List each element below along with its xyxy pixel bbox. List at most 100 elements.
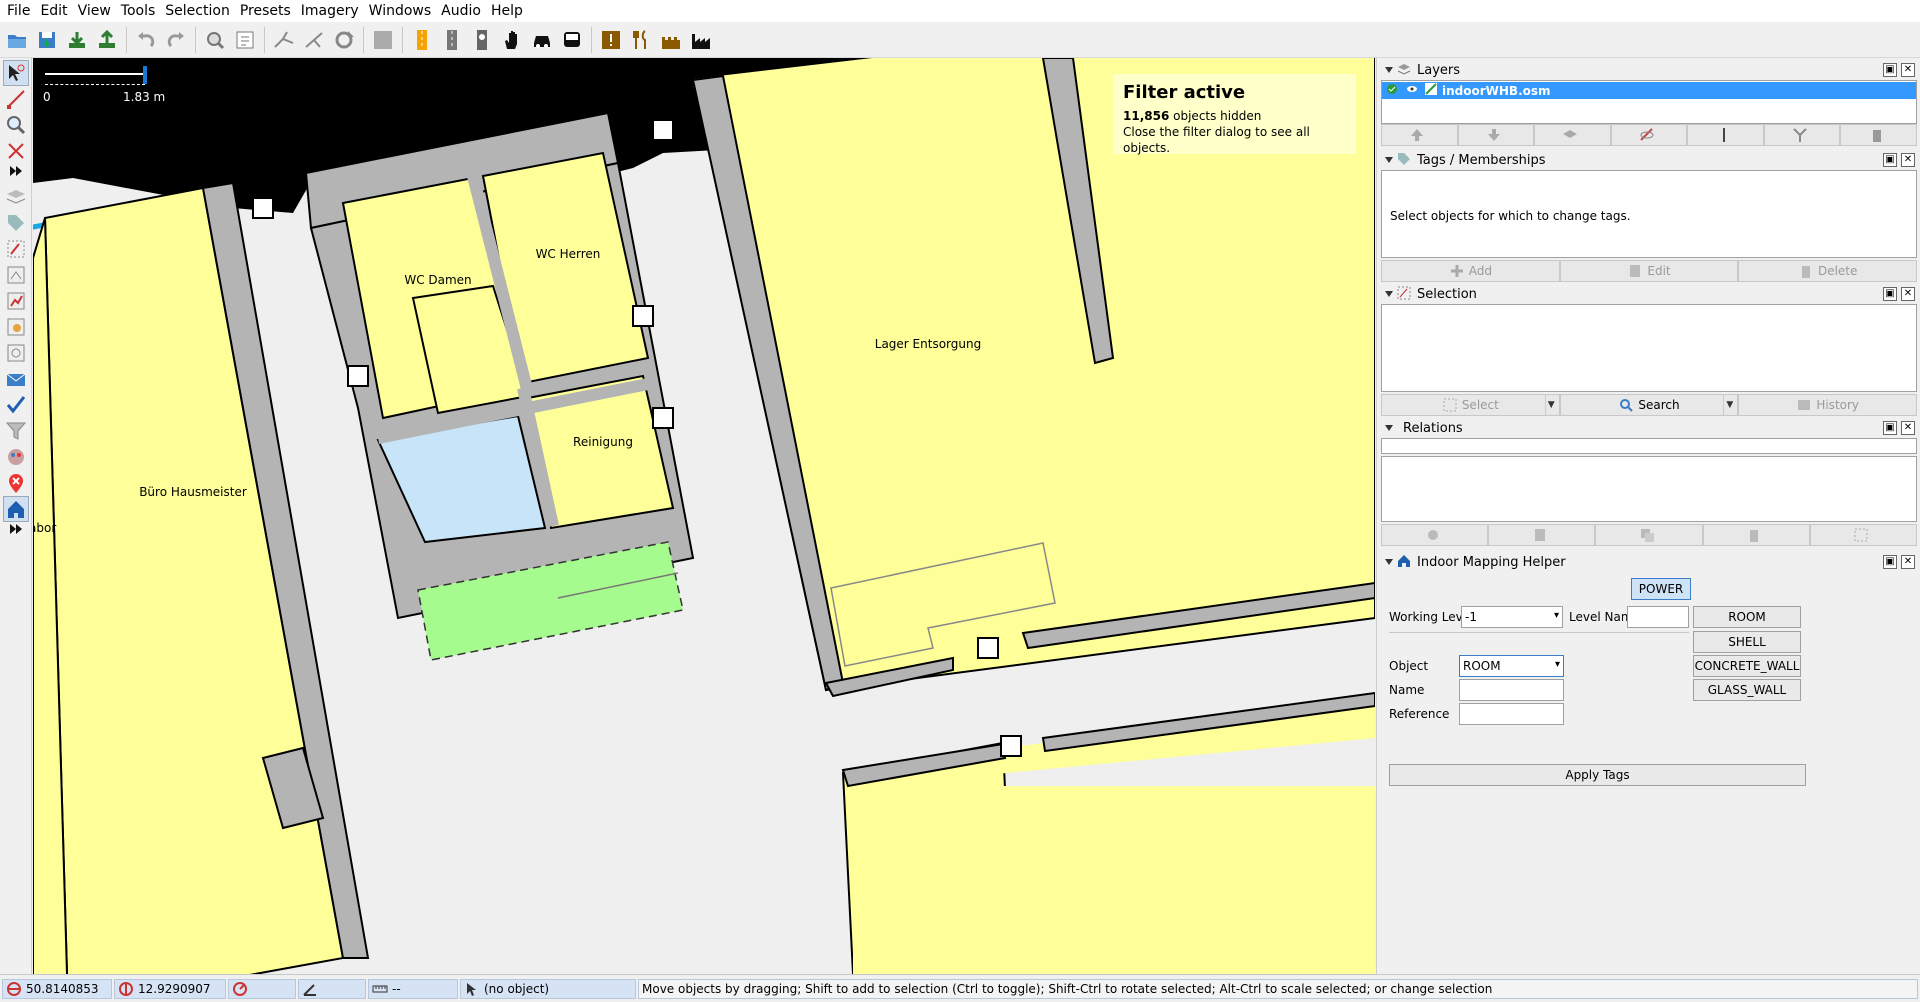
bus-icon[interactable] — [558, 26, 586, 54]
save-icon[interactable] — [33, 26, 61, 54]
dialog-detach-button[interactable]: ▣ — [1883, 153, 1897, 167]
dialog-detach-button[interactable]: ▣ — [1883, 63, 1897, 77]
menu-windows[interactable]: Windows — [364, 0, 437, 22]
car-icon[interactable] — [528, 26, 556, 54]
filter-icon[interactable] — [3, 418, 29, 444]
hand-icon[interactable] — [498, 26, 526, 54]
castle-icon[interactable] — [657, 26, 685, 54]
more-icon[interactable] — [3, 520, 29, 538]
conflict-icon[interactable] — [3, 366, 29, 392]
dialog-close-button[interactable]: ✕ — [1901, 287, 1915, 301]
layer-merge-button[interactable] — [1534, 124, 1611, 146]
commands-icon[interactable] — [3, 340, 29, 366]
layer-up-button[interactable] — [1381, 124, 1458, 146]
relations-filter-field[interactable] — [1381, 438, 1917, 454]
working-level-select[interactable]: -1 ▾ — [1461, 606, 1563, 628]
menu-help[interactable]: Help — [486, 0, 528, 22]
track-icon[interactable] — [438, 26, 466, 54]
glass-wall-button[interactable]: GLASS_WALL — [1693, 679, 1801, 701]
info-icon[interactable] — [231, 26, 259, 54]
power-button[interactable]: POWER — [1631, 578, 1691, 600]
layer-visible-check-icon[interactable] — [1386, 83, 1402, 98]
selection-history-button[interactable]: History — [1738, 394, 1918, 416]
collapse-icon[interactable] — [1381, 554, 1397, 570]
menu-file[interactable]: File — [2, 0, 35, 22]
level-name-field[interactable] — [1627, 606, 1689, 628]
menu-edit[interactable]: Edit — [35, 0, 72, 22]
preferences-icon[interactable] — [201, 26, 229, 54]
collapse-icon[interactable] — [1381, 420, 1397, 436]
menu-view[interactable]: View — [73, 0, 116, 22]
menu-selection[interactable]: Selection — [160, 0, 235, 22]
background-icon[interactable] — [369, 26, 397, 54]
undo-icon[interactable] — [132, 26, 160, 54]
room-button[interactable]: ROOM — [1693, 606, 1801, 628]
open-icon[interactable] — [3, 26, 31, 54]
tags-toggle-icon[interactable] — [3, 210, 29, 236]
dialog-close-button[interactable]: ✕ — [1901, 555, 1915, 569]
menu-audio[interactable]: Audio — [436, 0, 486, 22]
menu-presets[interactable]: Presets — [235, 0, 296, 22]
warning-icon[interactable] — [597, 26, 625, 54]
pedestrian-icon[interactable] — [468, 26, 496, 54]
selection-list[interactable] — [1381, 304, 1917, 392]
layers-toggle-icon[interactable] — [3, 184, 29, 210]
upload-icon[interactable] — [93, 26, 121, 54]
collapse-icon[interactable] — [1381, 152, 1397, 168]
dialog-detach-button[interactable]: ▣ — [1883, 555, 1897, 569]
dialog-detach-button[interactable]: ▣ — [1883, 421, 1897, 435]
tag-add-button[interactable]: Add — [1381, 260, 1560, 282]
relation-delete-button[interactable] — [1702, 524, 1810, 546]
relations-list[interactable] — [1381, 456, 1917, 522]
object-select[interactable]: ROOM ▾ — [1459, 655, 1564, 677]
more-tools-icon[interactable] — [3, 162, 29, 180]
split-icon[interactable] — [270, 26, 298, 54]
author-icon[interactable] — [3, 444, 29, 470]
history-icon[interactable] — [3, 314, 29, 340]
collapse-icon[interactable] — [1381, 62, 1397, 78]
combine-icon[interactable] — [300, 26, 328, 54]
apply-tags-button[interactable]: Apply Tags — [1389, 764, 1806, 786]
road-icon[interactable] — [408, 26, 436, 54]
layer-down-button[interactable] — [1457, 124, 1535, 146]
layer-eye-icon[interactable] — [1406, 83, 1422, 98]
dialog-close-button[interactable]: ✕ — [1901, 421, 1915, 435]
shell-button[interactable]: SHELL — [1693, 631, 1801, 653]
relation-select-button[interactable] — [1809, 524, 1918, 546]
dialog-close-button[interactable]: ✕ — [1901, 153, 1915, 167]
layer-opacity-button[interactable] — [1687, 124, 1764, 146]
layer-visibility-button[interactable] — [1610, 124, 1688, 146]
relations-toggle-icon[interactable] — [3, 262, 29, 288]
tag-delete-button[interactable]: Delete — [1738, 260, 1918, 282]
tag-edit-button[interactable]: Edit — [1559, 260, 1739, 282]
restaurant-icon[interactable] — [627, 26, 655, 54]
notes-icon[interactable] — [3, 470, 29, 496]
name-field[interactable] — [1459, 679, 1564, 701]
download-icon[interactable] — [63, 26, 91, 54]
collapse-icon[interactable] — [1381, 286, 1397, 302]
relation-edit-button[interactable] — [1488, 524, 1596, 546]
validator-icon[interactable] — [3, 288, 29, 314]
layer-delete-button[interactable] — [1840, 124, 1918, 146]
selection-select-button[interactable]: Select ▼ — [1381, 394, 1560, 416]
concrete-wall-button[interactable]: CONCRETE_WALL — [1693, 655, 1801, 677]
selection-search-button[interactable]: Search ▼ — [1559, 394, 1739, 416]
redo-icon[interactable] — [162, 26, 190, 54]
layer-row[interactable]: indoorWHB.osm — [1382, 82, 1916, 99]
reference-field[interactable] — [1459, 703, 1564, 725]
menu-imagery[interactable]: Imagery — [296, 0, 364, 22]
select-tool-icon[interactable] — [3, 60, 29, 86]
selection-toggle-icon[interactable] — [3, 236, 29, 262]
map-view[interactable]: WC Damen WC Herren Reinigung Lager Entso… — [33, 58, 1375, 974]
relation-new-button[interactable] — [1381, 524, 1489, 546]
zoom-tool-icon[interactable] — [3, 112, 29, 138]
layer-filter-button[interactable] — [1763, 124, 1841, 146]
refresh-icon[interactable] — [330, 26, 358, 54]
industry-icon[interactable] — [687, 26, 715, 54]
checkmark-icon[interactable] — [3, 392, 29, 418]
relation-duplicate-button[interactable] — [1595, 524, 1703, 546]
dialog-close-button[interactable]: ✕ — [1901, 63, 1915, 77]
draw-tool-icon[interactable] — [3, 86, 29, 112]
dialog-detach-button[interactable]: ▣ — [1883, 287, 1897, 301]
menu-tools[interactable]: Tools — [116, 0, 161, 22]
